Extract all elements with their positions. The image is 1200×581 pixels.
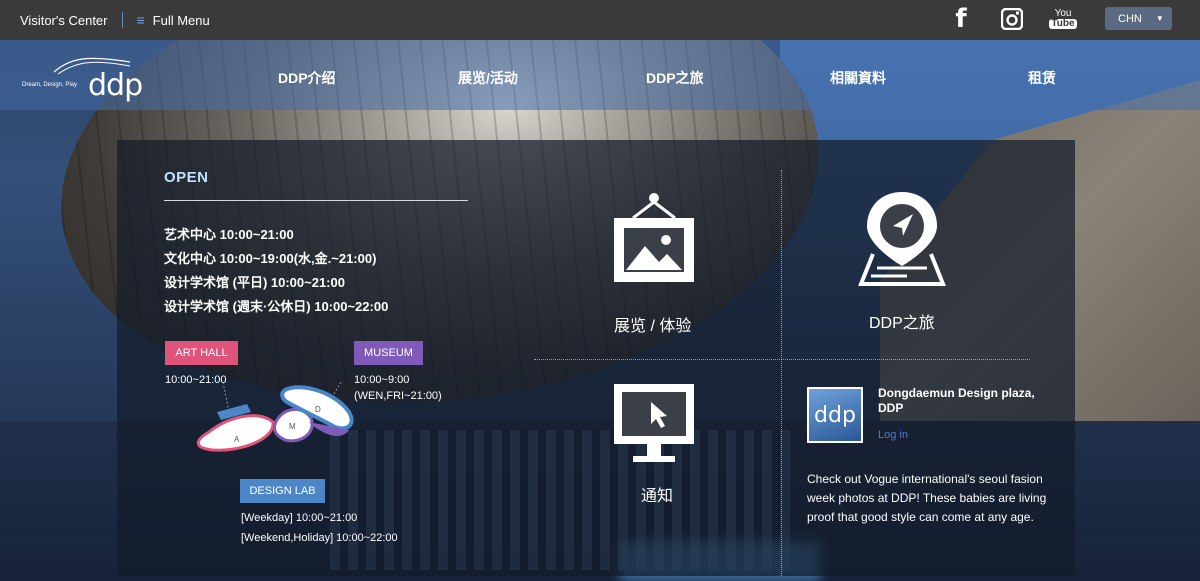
language-select[interactable]: CHN ▼ [1105,7,1172,30]
facebook-page-avatar[interactable]: ddp [807,387,863,443]
facebook-login-link[interactable]: Log in [878,429,908,441]
notice-label[interactable]: 通知 [641,482,673,506]
ddp-logo[interactable]: Dream, Design, Play ddp [22,54,143,103]
museum-note: (WEN,FRI~21:00) [354,390,442,402]
hours-line: 文化中心 10:00~19:00(水,金.~21:00) [164,251,377,266]
hours-line: 设计学术馆 (週末·公休日) 10:00~22:00 [164,299,389,314]
notice-tile[interactable] [611,382,697,471]
youtube-bottom-text: Tube [1049,18,1077,29]
museum-time: 10:00~9:00 [354,374,410,386]
menu-icon[interactable]: ≡ [137,12,145,28]
nav-rental[interactable]: 租赁 [1028,68,1056,88]
info-panel: OPEN 艺术中心 10:00~21:00 文化中心 10:00~19:00(水… [117,140,1075,576]
picture-frame-icon [614,193,694,282]
tour-label[interactable]: DDP之旅 [869,309,935,333]
hours-line: 艺术中心 10:00~21:00 [164,227,294,242]
language-value: CHN [1118,12,1142,25]
art-hall-badge[interactable]: ART HALL [165,341,238,365]
venue-map-icon[interactable]: A M D [189,382,359,468]
visitors-center-link[interactable]: Visitor's Center [20,13,108,28]
title-rule [164,200,468,201]
main-navigation: Dream, Design, Play ddp DDP介绍 展览/活动 DDP之… [0,40,1200,110]
full-menu-link[interactable]: Full Menu [153,13,210,28]
design-lab-badge[interactable]: DESIGN LAB [240,479,325,503]
open-title: OPEN [164,169,209,186]
horizontal-divider [534,359,1030,360]
exhibition-label[interactable]: 展览 / 体验 [614,312,691,336]
tour-tile[interactable] [857,188,947,293]
divider [121,12,123,28]
logo-tagline: Dream, Design, Play [22,82,78,88]
facebook-icon[interactable]: f [948,4,974,34]
museum-badge[interactable]: MUSEUM [354,341,423,365]
nav-resources[interactable]: 相關資料 [830,68,886,88]
nav-exhibitions[interactable]: 展览/活动 [458,68,518,88]
design-lab-weekday: [Weekday] 10:00~21:00 [241,512,358,524]
design-lab-weekend: [Weekend,Holiday] 10:00~22:00 [241,532,398,544]
map-pin-icon [858,192,946,286]
map-label-m: M [289,422,296,431]
youtube-icon[interactable]: You Tube [1049,6,1077,32]
monitor-icon [614,384,694,462]
nav-ddp-intro[interactable]: DDP介绍 [278,68,336,88]
caret-down-icon: ▼ [1155,14,1164,23]
facebook-page-name[interactable]: Dongdaemun Design plaza, DDP [878,386,1048,416]
map-label-a: A [234,435,240,444]
vertical-divider [781,170,782,576]
map-label-d: D [315,405,321,414]
instagram-icon[interactable] [999,6,1025,32]
hours-line: 设计学术馆 (平日) 10:00~21:00 [164,275,345,290]
facebook-post-text: Check out Vogue international's seoul fa… [807,472,1047,524]
logo-wordmark: ddp [88,68,143,103]
top-utility-bar: Visitor's Center ≡ Full Menu f You Tube … [0,0,1200,40]
exhibition-tile[interactable] [611,192,697,289]
nav-ddp-tour[interactable]: DDP之旅 [646,68,704,88]
